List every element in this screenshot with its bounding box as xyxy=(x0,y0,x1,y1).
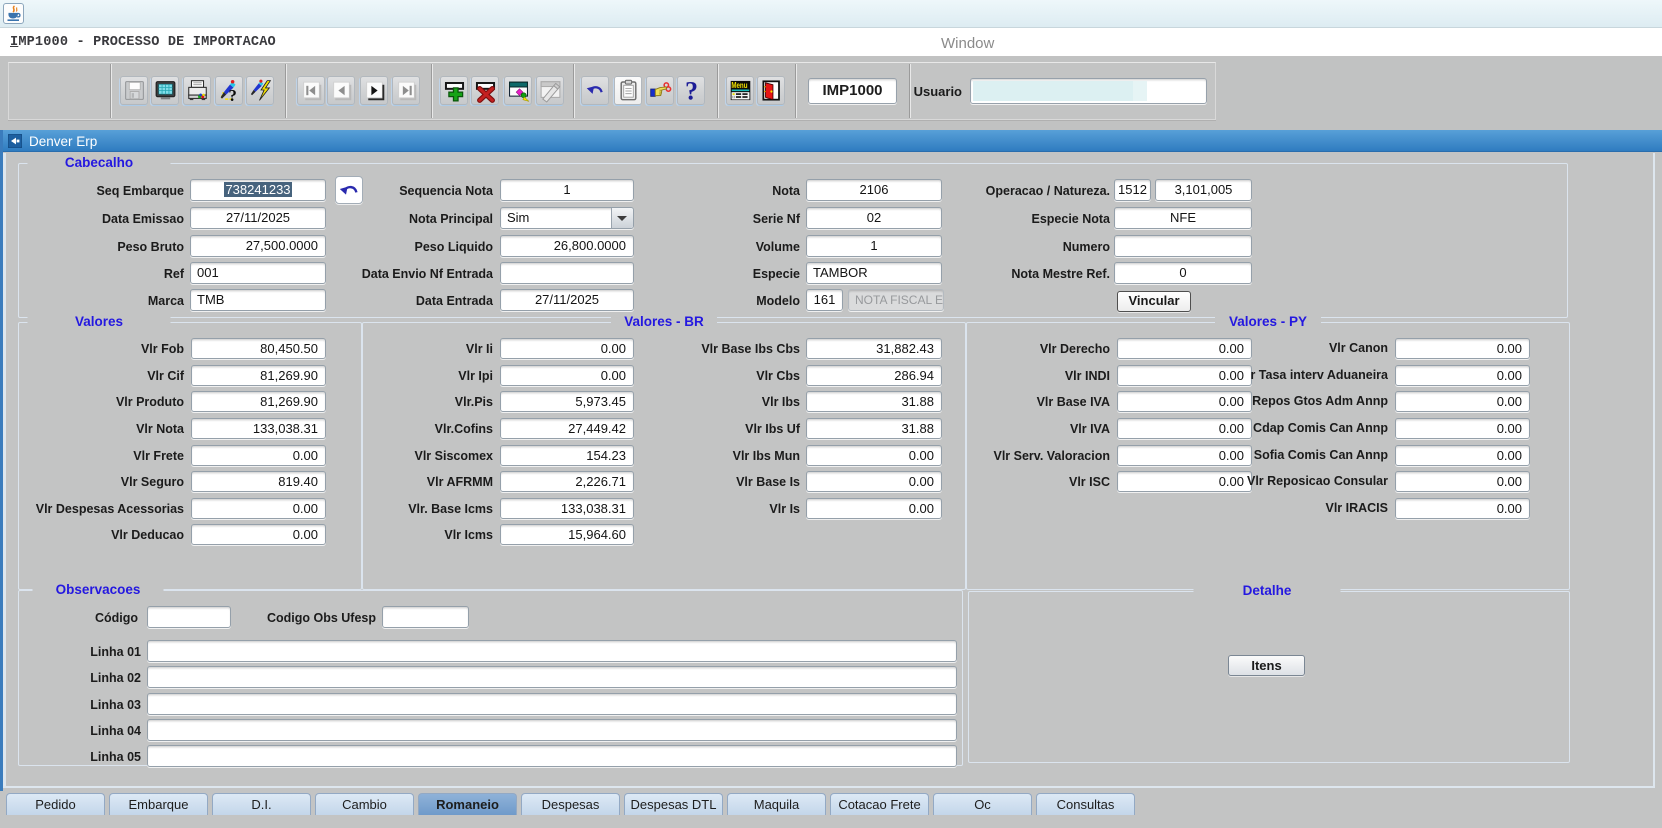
svg-text:?: ? xyxy=(228,86,236,103)
svg-text:?: ? xyxy=(685,78,698,103)
svg-text:Menu: Menu xyxy=(731,81,747,90)
